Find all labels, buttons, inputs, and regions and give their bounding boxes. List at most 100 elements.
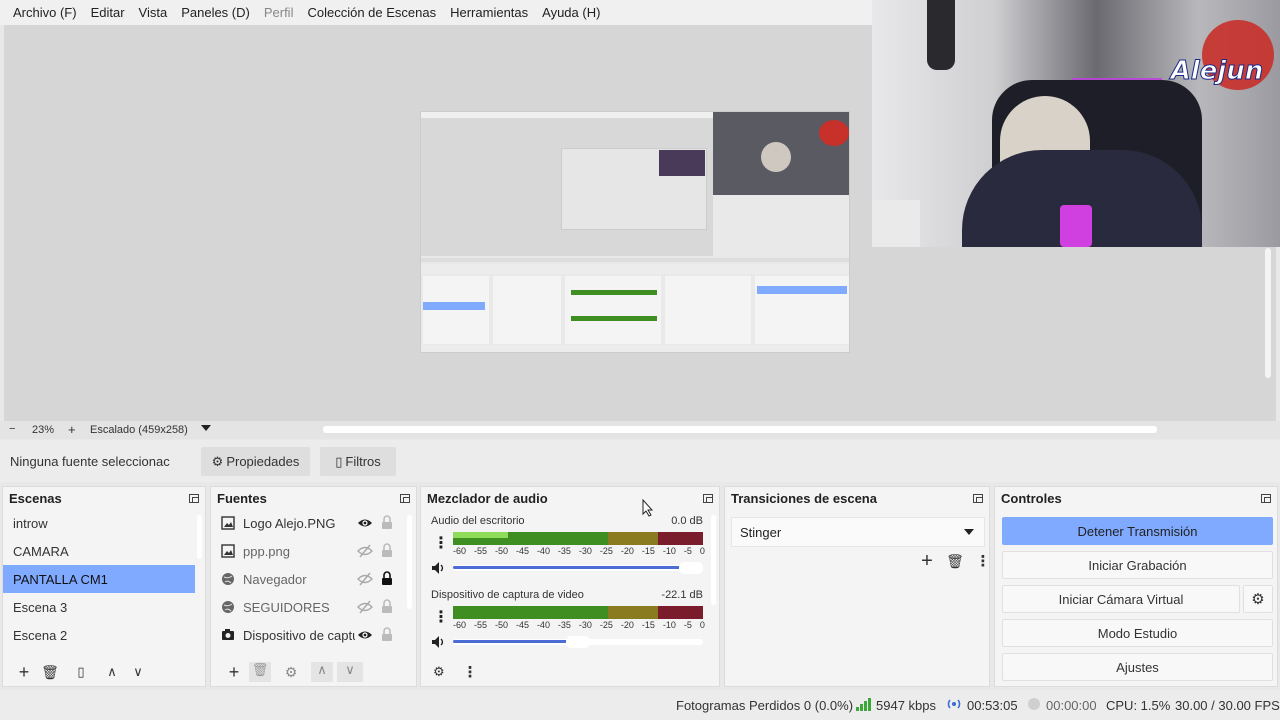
transitions-title: Transiciones de escena xyxy=(731,490,877,506)
audio-meter xyxy=(453,606,703,619)
filters-button[interactable]: ▯ Filtros xyxy=(320,447,396,476)
volume-slider-handle[interactable] xyxy=(678,562,703,574)
meter-tick: -45 xyxy=(515,620,529,630)
meter-tick: -45 xyxy=(515,546,529,556)
filter-icon[interactable]: ▯ xyxy=(63,664,99,680)
menu-perfil[interactable]: Perfil xyxy=(257,5,301,20)
menu-paneles[interactable]: Paneles (D) xyxy=(174,5,257,20)
more-icon[interactable]: ⋮ xyxy=(463,663,478,681)
transition-select[interactable]: Stinger xyxy=(731,517,985,547)
preview-horizontal-scrollbar[interactable] xyxy=(323,426,1157,433)
undock-icon[interactable] xyxy=(189,493,199,503)
menu-ayuda[interactable]: Ayuda (H) xyxy=(535,5,607,20)
speaker-icon[interactable] xyxy=(431,561,447,575)
undock-icon[interactable] xyxy=(703,493,713,503)
source-name: Dispositivo de captu xyxy=(243,627,355,643)
meter-scale: -60 -55 -50 -45 -40 -35 -30 -25 -20 -15 -10 -5 0 xyxy=(453,546,705,556)
studio-mode-button[interactable]: Modo Estudio xyxy=(1002,619,1273,647)
undock-icon[interactable] xyxy=(400,493,410,503)
unlock-icon[interactable] xyxy=(381,543,393,558)
source-item[interactable]: Dispositivo de captu xyxy=(211,621,416,649)
chevron-up-icon[interactable]: ∧ xyxy=(311,662,333,682)
meter-tick: -50 xyxy=(494,546,508,556)
trash-icon[interactable]: 🗑 xyxy=(249,662,271,682)
unlock-icon[interactable] xyxy=(381,599,393,614)
zoom-in-button[interactable]: + xyxy=(68,422,76,437)
volume-slider[interactable] xyxy=(453,636,703,648)
mixer-scrollbar[interactable] xyxy=(711,515,716,605)
scene-item[interactable]: Escena 3 xyxy=(3,593,195,621)
scene-item[interactable]: CAMARA xyxy=(3,537,195,565)
unlock-icon[interactable] xyxy=(381,627,393,642)
mixer-channel: Audio del escritorio 0.0 dB ⋮ -60 -55 -50 -45-… xyxy=(421,515,711,585)
trash-icon[interactable]: 🗑 xyxy=(37,664,63,681)
properties-bar: Ninguna fuente seleccionac ⚙ Propiedades … xyxy=(0,440,1280,482)
eye-icon[interactable] xyxy=(357,516,373,530)
scaling-dropdown-icon[interactable] xyxy=(201,425,211,431)
properties-button[interactable]: ⚙ Propiedades xyxy=(201,447,310,476)
volume-slider[interactable] xyxy=(453,562,703,574)
meter-tick: -60 xyxy=(453,546,467,556)
start-recording-button[interactable]: Iniciar Grabación xyxy=(1002,551,1273,579)
source-item[interactable]: Navegador xyxy=(211,565,416,593)
trash-icon[interactable]: 🗑 xyxy=(941,553,969,570)
channel-db: 0.0 dB xyxy=(671,515,703,527)
meter-tick: -55 xyxy=(473,620,487,630)
speaker-icon[interactable] xyxy=(431,635,447,649)
sources-title: Fuentes xyxy=(217,490,267,506)
menu-vista[interactable]: Vista xyxy=(132,5,175,20)
meter-tick: -20 xyxy=(620,620,634,630)
channel-name: Dispositivo de captura de video xyxy=(431,589,584,601)
source-item[interactable]: Logo Alejo.PNG xyxy=(211,509,416,537)
add-icon[interactable]: + xyxy=(219,662,249,683)
zoom-bar: − 23% + Escalado (459x258) xyxy=(0,421,1280,439)
add-icon[interactable]: + xyxy=(11,662,37,683)
menu-editar[interactable]: Editar xyxy=(84,5,132,20)
scenes-scrollbar[interactable] xyxy=(197,515,202,559)
unlock-icon[interactable] xyxy=(381,515,393,530)
gear-icon[interactable]: ⚙ xyxy=(271,664,311,681)
meter-tick: -15 xyxy=(641,546,655,556)
chevron-up-icon[interactable]: ∧ xyxy=(99,664,125,680)
preview-vertical-scrollbar[interactable] xyxy=(1265,248,1271,378)
source-item[interactable]: ppp.png xyxy=(211,537,416,565)
image-icon xyxy=(221,516,235,530)
scene-item[interactable]: introw xyxy=(3,509,195,537)
meter-tick: -10 xyxy=(662,620,676,630)
scaling-label: Escalado (459x258) xyxy=(90,424,188,436)
add-icon[interactable]: + xyxy=(913,550,941,573)
scene-item[interactable]: Escena 2 xyxy=(3,621,195,649)
lock-icon[interactable] xyxy=(381,571,393,586)
source-item[interactable]: SEGUIDORES xyxy=(211,593,416,621)
zoom-out-button[interactable]: − xyxy=(9,423,15,435)
more-icon[interactable]: ⋮ xyxy=(433,607,449,627)
volume-slider-handle[interactable] xyxy=(566,636,590,648)
menu-coleccion-escenas[interactable]: Colección de Escenas xyxy=(300,5,443,20)
more-icon[interactable]: ⋮ xyxy=(969,552,997,570)
image-icon xyxy=(221,544,235,558)
chevron-down-icon[interactable]: ∨ xyxy=(125,664,151,680)
gear-link-icon[interactable]: ⚙ xyxy=(433,664,445,680)
sources-scrollbar[interactable] xyxy=(407,515,412,609)
virtual-camera-button[interactable]: Iniciar Cámara Virtual xyxy=(1002,585,1240,613)
virtual-camera-settings-button[interactable]: ⚙ xyxy=(1243,585,1273,613)
eye-slash-icon[interactable] xyxy=(357,600,373,614)
eye-icon[interactable] xyxy=(357,628,373,642)
eye-slash-icon[interactable] xyxy=(357,544,373,558)
menu-herramientas[interactable]: Herramientas xyxy=(443,5,535,20)
nested-screen-capture xyxy=(420,111,850,353)
stop-stream-button[interactable]: Detener Transmisión xyxy=(1002,517,1273,545)
undock-icon[interactable] xyxy=(1261,493,1271,503)
gear-icon: ⚙ xyxy=(211,453,224,469)
scene-item-active[interactable]: PANTALLA CM1 xyxy=(3,565,195,593)
mixer-channel: Dispositivo de captura de video -22.1 dB ⋮… xyxy=(421,589,711,659)
undock-icon[interactable] xyxy=(973,493,983,503)
stream-time: 00:53:05 xyxy=(967,698,1018,713)
more-icon[interactable]: ⋮ xyxy=(433,533,449,553)
eye-slash-icon[interactable] xyxy=(357,572,373,586)
source-name: SEGUIDORES xyxy=(243,599,330,615)
chevron-down-icon[interactable]: ∨ xyxy=(337,662,363,682)
settings-button[interactable]: Ajustes xyxy=(1002,653,1273,681)
meter-tick: -20 xyxy=(620,546,634,556)
menu-archivo[interactable]: Archivo (F) xyxy=(6,5,84,20)
